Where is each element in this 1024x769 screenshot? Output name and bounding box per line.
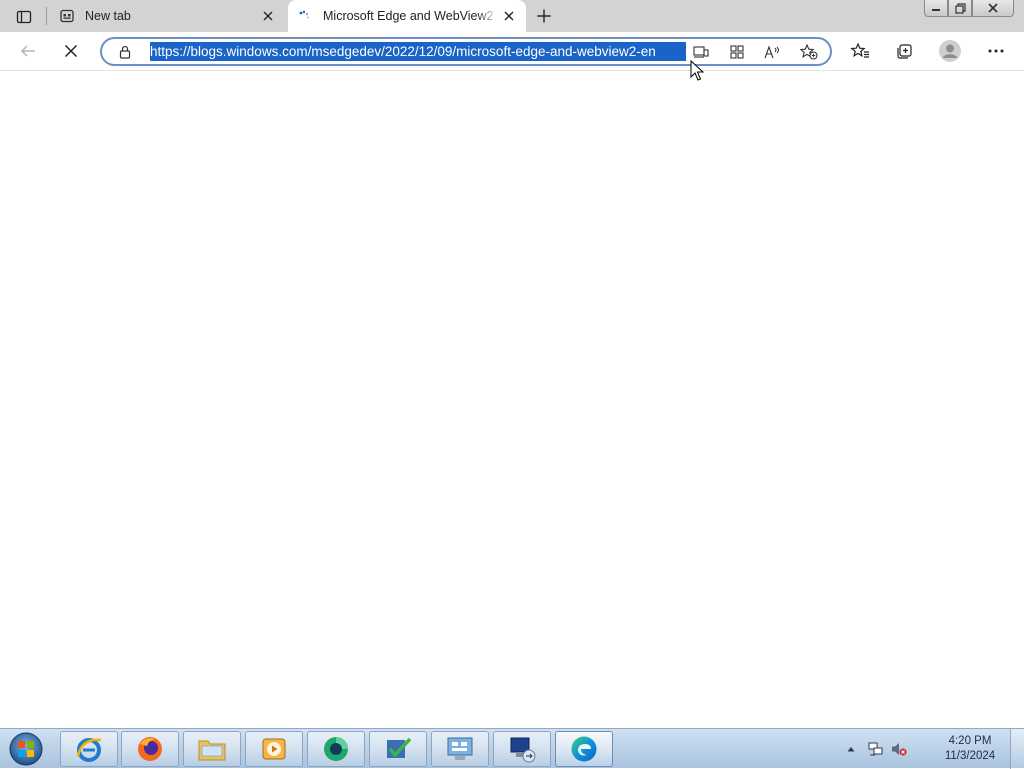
page-content[interactable] (0, 71, 1024, 728)
lock-icon[interactable] (117, 44, 133, 60)
immersive-reader-icon[interactable] (690, 42, 712, 62)
back-button[interactable] (13, 37, 43, 65)
internet-explorer-icon (76, 738, 102, 762)
profile-avatar (939, 40, 961, 62)
taskbar-media-player[interactable] (245, 731, 303, 767)
minimize-button[interactable] (924, 0, 948, 17)
system-tray (842, 733, 908, 765)
settings-and-more-button[interactable] (981, 37, 1011, 65)
show-desktop-button[interactable] (1010, 729, 1024, 769)
mouse-pointer-icon (690, 60, 704, 81)
close-icon (988, 3, 998, 13)
settings-more-icon (988, 49, 1004, 53)
close-window-button[interactable] (972, 0, 1014, 17)
favorites-icon (850, 42, 869, 58)
taskbar-green-app[interactable] (307, 731, 365, 767)
app-available-icon[interactable] (726, 42, 748, 62)
tab-separator (46, 7, 47, 25)
taskbar-firefox[interactable] (121, 731, 179, 767)
tab-actions-icon (16, 10, 32, 24)
plus-icon (537, 9, 551, 23)
url-text[interactable]: https://blogs.windows.com/msedgedev/2022… (150, 42, 686, 61)
clock-time: 4:20 PM (948, 735, 992, 747)
show-hidden-icons-button[interactable] (842, 740, 860, 758)
read-aloud-icon[interactable] (762, 42, 784, 62)
control-panel-icon (447, 737, 473, 760)
tab-actions-menu-button[interactable] (8, 6, 40, 28)
network-icon (868, 742, 883, 756)
volume-tray-button[interactable] (890, 740, 908, 758)
new-tab-button[interactable] (533, 5, 555, 27)
favorites-button[interactable] (845, 37, 875, 65)
new-tab-page-icon (58, 7, 76, 25)
stop-button[interactable] (56, 37, 86, 65)
collections-icon (897, 44, 912, 59)
minimize-icon (932, 9, 940, 11)
media-player-icon (262, 738, 286, 760)
taskbar-clock[interactable]: 4:20 PM 11/3/2024 (930, 734, 1010, 764)
tab-new-tab[interactable]: New tab (50, 0, 285, 32)
tab-close-button[interactable] (498, 5, 520, 27)
microsoft-edge-icon (571, 736, 597, 762)
loading-spinner-icon (296, 7, 314, 25)
windows-orb-icon (9, 732, 43, 766)
task-check-icon (387, 737, 412, 758)
green-app-icon (324, 737, 348, 761)
stop-loading-icon (64, 44, 78, 58)
tab-strip: New tab Microsoft Edge and WebView2 e (0, 0, 1024, 32)
taskbar-internet-explorer[interactable] (60, 731, 118, 767)
firefox-icon (138, 737, 162, 761)
back-arrow-icon (20, 45, 35, 57)
taskbar: 4:20 PM 11/3/2024 (0, 728, 1024, 769)
start-button[interactable] (6, 731, 46, 767)
tab-title: Microsoft Edge and WebView2 e (323, 9, 498, 23)
close-icon (263, 11, 273, 21)
tab-active[interactable]: Microsoft Edge and WebView2 e (288, 0, 526, 32)
collections-button[interactable] (889, 37, 919, 65)
taskbar-remote-desktop[interactable] (493, 731, 551, 767)
tab-title: New tab (85, 9, 131, 23)
profile-button[interactable] (935, 37, 965, 65)
taskbar-task-check-app[interactable] (369, 731, 427, 767)
folder-icon (198, 740, 226, 761)
restore-button[interactable] (948, 0, 972, 17)
address-bar[interactable]: https://blogs.windows.com/msedgedev/2022… (100, 37, 832, 66)
volume-muted-icon (892, 743, 907, 756)
window-controls (924, 0, 1014, 17)
chevron-up-icon (847, 747, 855, 752)
clock-date: 11/3/2024 (944, 750, 996, 762)
add-favorite-icon[interactable] (798, 42, 820, 62)
taskbar-file-explorer[interactable] (183, 731, 241, 767)
restore-icon (954, 2, 966, 14)
tab-close-button[interactable] (257, 5, 279, 27)
remote-desktop-icon (510, 737, 536, 763)
taskbar-control-panel[interactable] (431, 731, 489, 767)
browser-toolbar: https://blogs.windows.com/msedgedev/2022… (0, 32, 1024, 71)
network-tray-button[interactable] (866, 740, 884, 758)
taskbar-microsoft-edge[interactable] (555, 731, 613, 767)
close-icon (504, 11, 514, 21)
